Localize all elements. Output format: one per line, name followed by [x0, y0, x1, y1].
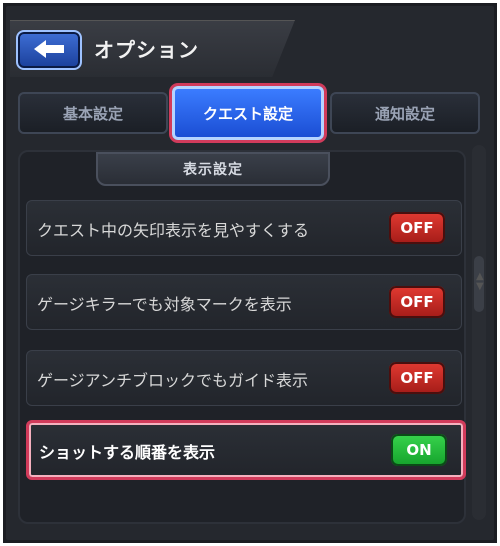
back-arrow-icon	[34, 40, 64, 58]
back-button[interactable]	[16, 30, 82, 70]
setting-row: クエスト中の矢印表示を見やすくする OFF	[26, 200, 462, 256]
arrow-visibility-toggle[interactable]: OFF	[389, 212, 445, 244]
setting-row: ゲージキラーでも対象マークを表示 OFF	[26, 274, 462, 330]
setting-label: ショットする順番を表示	[39, 443, 216, 462]
tab-notification-settings[interactable]: 通知設定	[330, 92, 480, 134]
setting-row: ゲージアンチブロックでもガイド表示 OFF	[26, 350, 462, 406]
page-title: オプション	[94, 38, 199, 62]
shot-order-toggle[interactable]: ON	[391, 434, 447, 466]
scroll-arrows-icon: ▲ ▼	[476, 271, 484, 292]
scrollbar-track[interactable]	[472, 145, 486, 520]
setting-label: クエスト中の矢印表示を見やすくする	[37, 221, 310, 240]
tab-basic-settings[interactable]: 基本設定	[18, 92, 168, 134]
anti-block-guide-toggle[interactable]: OFF	[389, 362, 445, 394]
tab-bar: 基本設定 クエスト設定 通知設定	[18, 86, 484, 140]
setting-label: ゲージキラーでも対象マークを表示	[37, 295, 292, 314]
section-title: 表示設定	[96, 152, 330, 186]
setting-row-highlighted: ショットする順番を表示 ON	[26, 420, 466, 480]
tab-quest-settings[interactable]: クエスト設定	[172, 86, 324, 140]
setting-label: ゲージアンチブロックでもガイド表示	[37, 371, 309, 390]
gauge-killer-mark-toggle[interactable]: OFF	[389, 286, 445, 318]
